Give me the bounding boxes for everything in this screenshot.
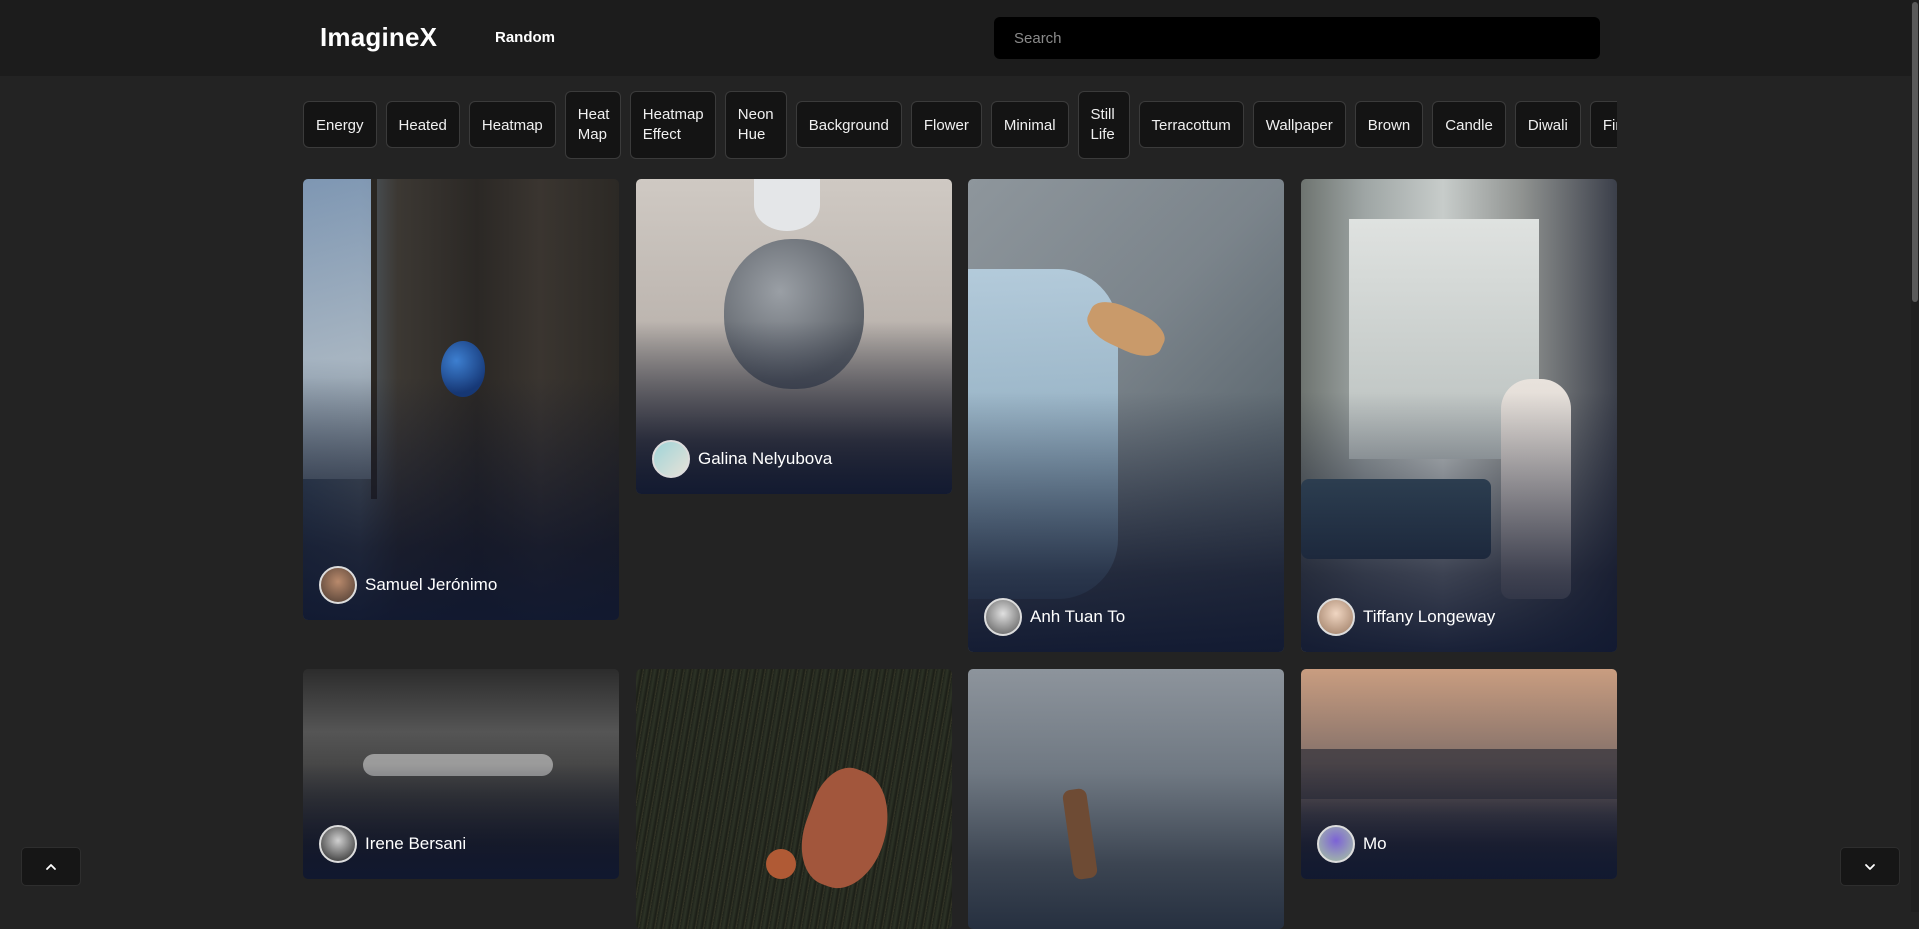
tag-terracottum[interactable]: Terracottum — [1138, 101, 1244, 148]
avatar — [1317, 598, 1355, 636]
photo-card[interactable] — [968, 669, 1284, 929]
avatar — [984, 598, 1022, 636]
top-header: ImagineX Random — [0, 0, 1919, 76]
card-author[interactable]: Galina Nelyubova — [652, 440, 832, 478]
tag-diwali[interactable]: Diwali — [1514, 101, 1581, 148]
scroll-down-button[interactable] — [1840, 847, 1900, 886]
pumpkin-image — [754, 179, 820, 231]
photo-card[interactable]: Samuel Jerónimo — [303, 179, 619, 620]
tag-still-life[interactable]: Still Life — [1077, 91, 1130, 159]
tag-bar: Energy Heated HeatmapHeat MapHeatmap Effec… — [303, 91, 1617, 161]
avatar — [319, 566, 357, 604]
tag-flower[interactable]: Flower — [910, 101, 982, 148]
acorn-image — [766, 849, 796, 879]
tag-minimal[interactable]: Minimal — [990, 101, 1069, 148]
card-author[interactable]: Samuel Jerónimo — [319, 566, 497, 604]
author-name: Galina Nelyubova — [698, 449, 833, 468]
tag-heat-map[interactable]: Heat Map — [564, 91, 621, 159]
tag-brown[interactable]: Brown — [1354, 101, 1424, 148]
tag-candle[interactable]: Candle — [1432, 101, 1506, 148]
tag-neon-hue[interactable]: Neon Hue — [724, 91, 787, 159]
author-name: Mo — [1363, 834, 1387, 853]
photo-card[interactable] — [636, 669, 952, 929]
card-author[interactable]: Tiffany Longeway — [1317, 598, 1495, 636]
logo[interactable]: ImagineX — [320, 22, 437, 53]
avatar — [1317, 825, 1355, 863]
tag-energy[interactable]: Energy — [303, 101, 377, 148]
scroll-up-button[interactable] — [21, 847, 81, 886]
chevron-up-icon — [46, 863, 56, 870]
author-name: Samuel Jerónimo — [365, 575, 498, 594]
photo-card[interactable]: Tiffany Longeway — [1301, 179, 1617, 652]
tag-heatmap[interactable]: Heatmap — [468, 101, 556, 148]
tag-fir[interactable]: Fir — [1589, 101, 1617, 148]
search-input[interactable] — [994, 17, 1600, 59]
photo-card[interactable]: Irene Bersani — [303, 669, 619, 879]
card-author[interactable]: Irene Bersani — [319, 825, 466, 863]
leaf-image — [787, 758, 905, 900]
scrollbar-thumb[interactable] — [1912, 2, 1918, 302]
avatar — [319, 825, 357, 863]
chevron-down-icon — [1865, 863, 1875, 870]
tag-wallpaper[interactable]: Wallpaper — [1252, 101, 1346, 148]
card-author[interactable]: Mo — [1317, 825, 1387, 863]
photo-card[interactable]: Mo — [1301, 669, 1617, 879]
author-name: Irene Bersani — [365, 834, 467, 853]
photo-card[interactable]: Anh Tuan To — [968, 179, 1284, 652]
tag-heated[interactable]: Heated — [385, 101, 460, 148]
tag-heatmap-effect[interactable]: Heatmap Effect — [629, 91, 716, 159]
author-name: Tiffany Longeway — [1363, 607, 1496, 626]
random-link[interactable]: Random — [495, 29, 555, 46]
photo-card[interactable]: Galina Nelyubova — [636, 179, 952, 494]
page-scrollbar[interactable] — [1911, 0, 1919, 912]
tag-background[interactable]: Background — [795, 101, 902, 148]
author-name: Anh Tuan To — [1030, 607, 1126, 626]
figure-image — [1061, 787, 1099, 881]
card-author[interactable]: Anh Tuan To — [984, 598, 1125, 636]
avatar — [652, 440, 690, 478]
